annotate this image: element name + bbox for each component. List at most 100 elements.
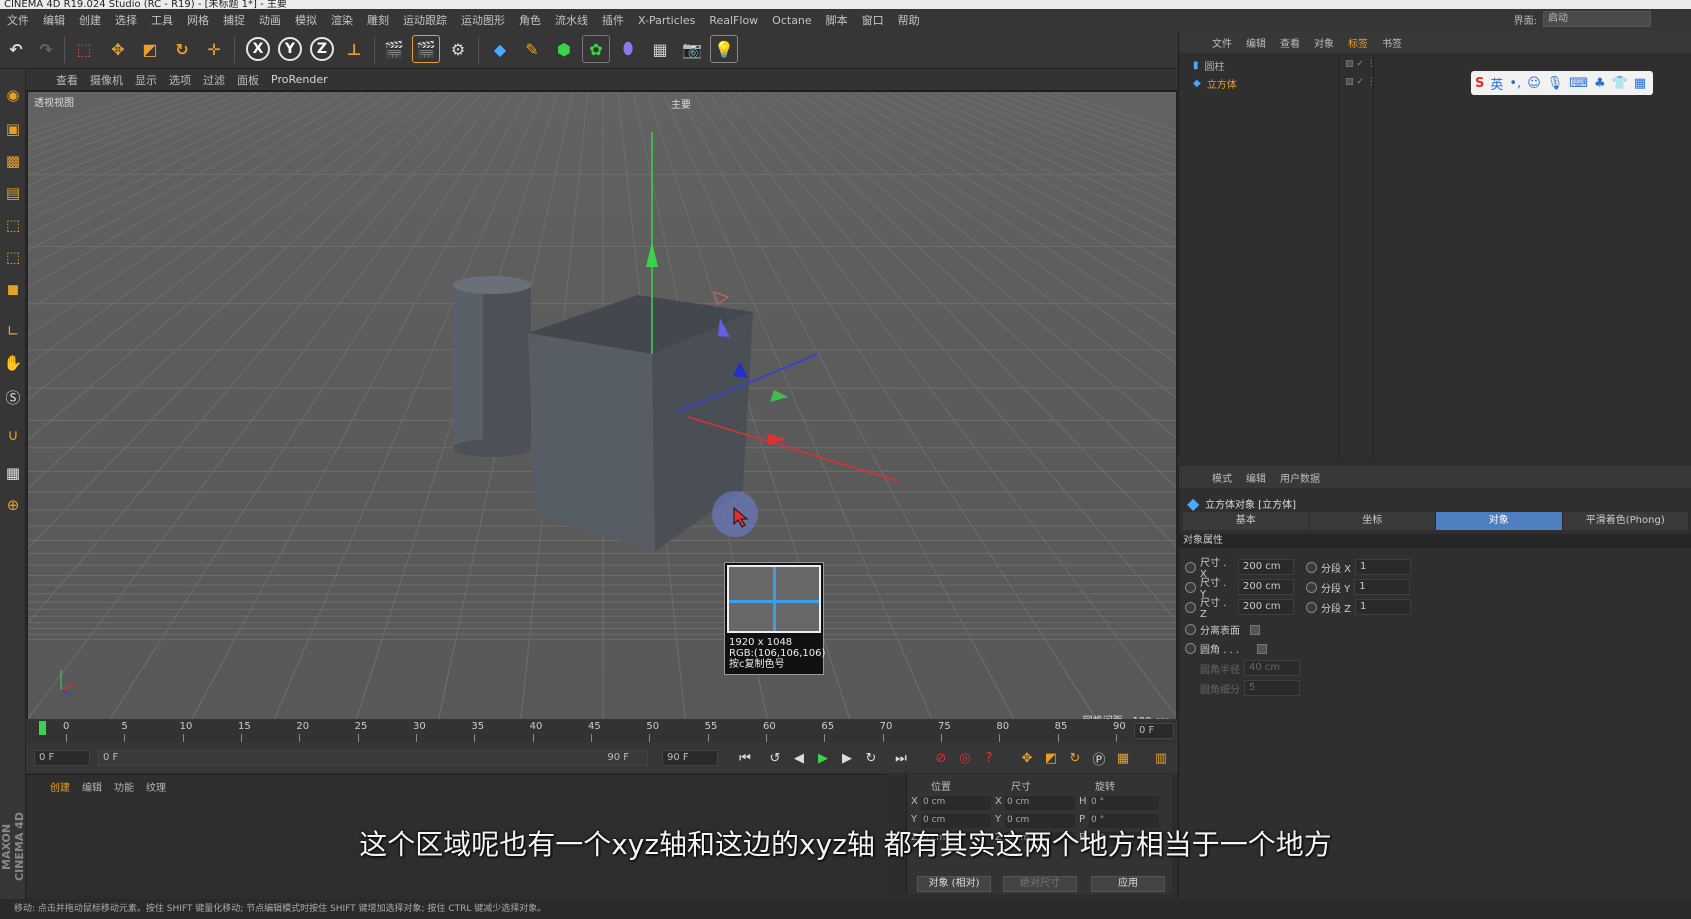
attribute-tab[interactable]: 对象 — [1436, 512, 1563, 530]
ime-mode-label[interactable]: 英 — [1490, 74, 1503, 93]
attribute-tab[interactable]: 基本 — [1183, 512, 1310, 530]
object-manager-menu-item[interactable]: 对象 — [1307, 35, 1341, 50]
perspective-viewport[interactable]: 透视视图 主要 网格间距 : 100 cm — [27, 91, 1177, 732]
viewport-menu-item[interactable]: 显示 — [129, 72, 163, 88]
menu-item[interactable]: Octane — [765, 14, 819, 27]
make-editable-icon[interactable]: ◉ — [2, 83, 24, 107]
toolbox-icon[interactable]: ▦ — [1634, 76, 1646, 91]
attribute-menu-item[interactable]: 模式 — [1205, 470, 1239, 485]
model-mode-icon[interactable]: ▣ — [2, 117, 24, 141]
menu-item[interactable]: 角色 — [512, 12, 548, 28]
move-icon[interactable]: ✥ — [104, 35, 132, 63]
material-menu-item[interactable]: 纹理 — [146, 779, 166, 794]
timeline-playhead[interactable] — [39, 721, 46, 735]
fillet-row[interactable]: 圆角 . . . — [1185, 641, 1268, 656]
frame-range-slider[interactable]: 0 F 90 F — [98, 750, 648, 766]
mograph-cloner-icon[interactable]: ✿ — [582, 35, 610, 63]
menu-item[interactable]: 流水线 — [548, 12, 595, 28]
next-frame-icon[interactable]: ▶ — [836, 747, 858, 769]
next-key-icon[interactable]: ↻ — [860, 747, 882, 769]
apply-button[interactable]: 应用 — [1091, 876, 1165, 892]
size-field[interactable]: 200 cm — [1238, 579, 1294, 595]
undo-icon[interactable]: ↶ — [2, 35, 30, 63]
prev-frame-icon[interactable]: ◀ — [788, 747, 810, 769]
coordinate-system-icon[interactable]: ⊥ — [340, 35, 368, 63]
separate-checkbox[interactable] — [1250, 624, 1260, 635]
floor-scene-icon[interactable]: ▦ — [646, 35, 674, 63]
coord-mode-dropdown[interactable]: 对象 (相对) — [917, 876, 991, 892]
menu-item[interactable]: 选择 — [108, 12, 144, 28]
cube-primitive-icon[interactable]: ◆ — [486, 35, 514, 63]
size-field[interactable]: 0 cm — [1005, 796, 1075, 810]
attribute-tab[interactable]: 坐标 — [1309, 512, 1436, 530]
goto-end-icon[interactable]: ⏭ — [890, 747, 912, 769]
position-field[interactable]: 0 cm — [921, 796, 991, 810]
current-frame-field[interactable]: 0 F — [1134, 723, 1174, 739]
timeline-ruler[interactable]: 0 5 10 15 20 25 30 35 40 45 50 55 60 65 70 75 80 85 90 0 F — [26, 719, 1178, 743]
texture-mode-icon[interactable]: ▩ — [2, 149, 24, 173]
size-mode-dropdown[interactable]: 绝对尺寸 — [1003, 876, 1077, 892]
interface-selector[interactable]: 界面: 启动 — [1514, 11, 1651, 27]
ime-toolbar[interactable]: S 英 •, ☺ 🎙 ⌨ ♣ 👕 ▦ — [1471, 71, 1653, 95]
viewport-camera[interactable]: 主要 — [671, 96, 691, 111]
material-menu-item[interactable]: 创建 — [50, 779, 70, 794]
punctuation-icon[interactable]: •, — [1509, 76, 1521, 91]
segment-radio[interactable] — [1306, 561, 1317, 573]
cylinder-object[interactable] — [453, 276, 531, 457]
object-row-cylinder[interactable]: ▮ 圆柱 — [1193, 57, 1225, 74]
segment-radio[interactable] — [1306, 581, 1317, 593]
lock-workplane-icon[interactable]: ⊕ — [2, 493, 24, 517]
size-radio[interactable] — [1185, 601, 1196, 613]
pen-spline-icon[interactable]: ✎ — [518, 35, 546, 63]
viewport-menu-item[interactable]: 过滤 — [197, 72, 231, 88]
x-axis-lock-icon[interactable]: X — [246, 37, 270, 61]
menu-item[interactable]: 脚本 — [819, 12, 855, 28]
fillet-checkbox[interactable] — [1257, 643, 1268, 654]
emoji-icon[interactable]: ☺ — [1527, 76, 1541, 91]
play-icon[interactable]: ▶ — [812, 747, 834, 769]
viewport-menu-item[interactable]: ProRender — [265, 73, 334, 86]
material-menu-item[interactable]: 功能 — [114, 779, 134, 794]
key-scale-icon[interactable]: ◩ — [1040, 747, 1062, 769]
end-frame-field[interactable]: 90 F — [662, 750, 718, 766]
y-axis-lock-icon[interactable]: Y — [278, 37, 302, 61]
viewport-menu-item[interactable]: 选项 — [163, 72, 197, 88]
segment-field[interactable]: 1 — [1355, 599, 1412, 615]
key-position-icon[interactable]: ✥ — [1016, 747, 1038, 769]
separate-surfaces-row[interactable]: 分离表面 — [1185, 622, 1260, 637]
prev-key-icon[interactable]: ↺ — [764, 747, 786, 769]
menu-item[interactable]: 渲染 — [324, 12, 360, 28]
viewport-menu-item[interactable]: 查看 — [50, 72, 84, 88]
workplane-icon[interactable]: ▤ — [2, 181, 24, 205]
camera-icon[interactable]: 📷 — [678, 35, 706, 63]
menu-item[interactable]: 插件 — [595, 12, 631, 28]
tweak-mode-icon[interactable]: ✋ — [2, 351, 24, 375]
rotate-icon[interactable]: ↻ — [168, 35, 196, 63]
interface-dropdown[interactable]: 启动 — [1543, 11, 1651, 27]
menu-item[interactable]: 窗口 — [855, 12, 891, 28]
menu-item[interactable]: RealFlow — [702, 14, 765, 27]
segment-field[interactable]: 1 — [1355, 559, 1412, 575]
size-field[interactable]: 200 cm — [1238, 599, 1294, 615]
menu-item[interactable]: 文件 — [0, 12, 36, 28]
record-keys-icon[interactable]: ⊘ — [930, 747, 952, 769]
segment-radio[interactable] — [1306, 601, 1317, 613]
menu-item[interactable]: 工具 — [144, 12, 180, 28]
menu-item[interactable]: 网格 — [180, 12, 216, 28]
viewport-menu-item[interactable]: 面板 — [231, 72, 265, 88]
key-param-icon[interactable]: Ⓟ — [1088, 747, 1110, 769]
menu-item[interactable]: 运动跟踪 — [396, 12, 454, 28]
shirt-icon[interactable]: 👕 — [1612, 76, 1628, 91]
skin-icon[interactable]: ♣ — [1594, 76, 1606, 91]
deformer-icon[interactable]: ⬮ — [614, 35, 642, 63]
subdivision-icon[interactable]: ⬢ — [550, 35, 578, 63]
material-menu-item[interactable]: 编辑 — [82, 779, 102, 794]
menu-item[interactable]: X-Particles — [631, 14, 702, 27]
magnet-icon[interactable]: ∪ — [2, 423, 24, 447]
render-picture-viewer-icon[interactable]: 🎬 — [412, 35, 440, 63]
object-row-cube[interactable]: ◆ 立方体 — [1193, 75, 1237, 92]
transform-icon[interactable]: ✛ — [200, 35, 228, 63]
object-manager-menu-item[interactable]: 编辑 — [1239, 35, 1273, 50]
auto-key-icon[interactable]: ◎ — [954, 747, 976, 769]
menu-item[interactable]: 雕刻 — [360, 12, 396, 28]
